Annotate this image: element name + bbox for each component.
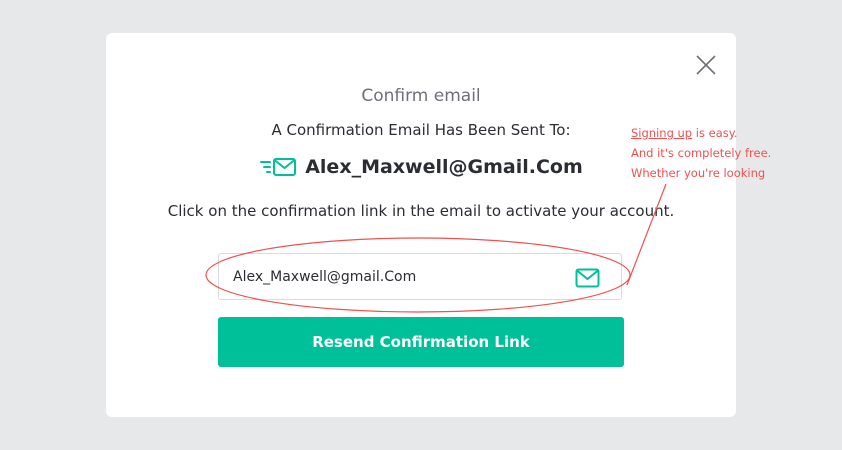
envelope-icon <box>575 268 600 288</box>
email-field <box>218 253 622 300</box>
modal-title: Confirm email <box>361 86 481 106</box>
resend-confirmation-button[interactable]: Resend Confirmation Link <box>218 317 624 367</box>
instruction-text: Click on the confirmation link in the em… <box>167 202 675 220</box>
annotation-line-1: Signing up is easy. <box>631 126 738 140</box>
fast-mail-icon <box>260 158 297 176</box>
sent-email-address: Alex_Maxwell@Gmail.Com <box>305 156 583 178</box>
email-input[interactable] <box>233 254 563 299</box>
page: Confirm email A Confirmation Email Has B… <box>0 0 842 450</box>
close-icon[interactable] <box>694 53 718 77</box>
signing-up-link[interactable]: Signing up <box>631 126 692 140</box>
annotation-note: Signing up is easy. And it's completely … <box>631 123 831 183</box>
annotation-line-2: And it's completely free. <box>631 146 772 160</box>
annotation-line-3: Whether you're looking <box>631 166 766 180</box>
